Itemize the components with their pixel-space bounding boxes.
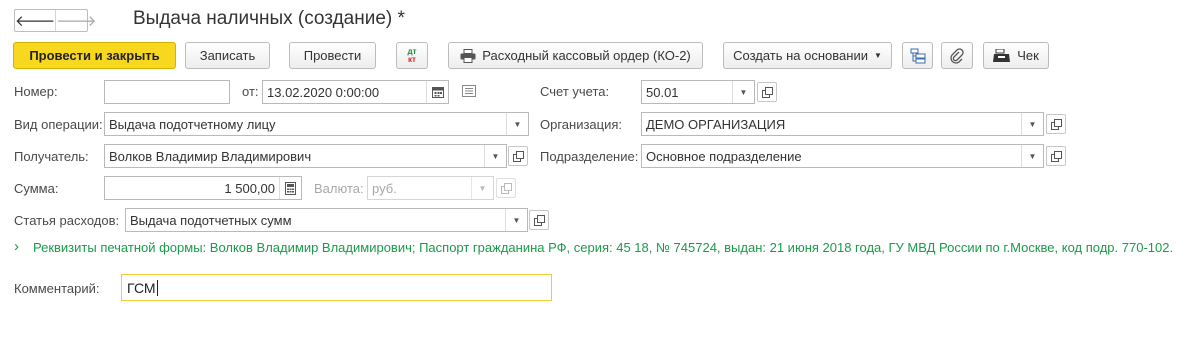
chevron-down-icon[interactable]: ▼ <box>506 113 528 135</box>
number-label: Номер: <box>14 84 58 99</box>
amount-label: Сумма: <box>14 181 59 196</box>
chevron-down-icon: ▼ <box>471 177 493 199</box>
receipt-label: Чек <box>1017 48 1039 63</box>
recipient-select[interactable]: Волков Владимир Владимирович ▼ <box>104 144 507 168</box>
operation-select[interactable]: Выдача подотчетному лицу ▼ <box>104 112 529 136</box>
date-input[interactable]: 13.02.2020 0:00:00 <box>262 80 449 104</box>
arrow-right-icon: 🡒 <box>56 13 97 30</box>
paperclip-icon <box>950 47 964 64</box>
chevron-down-icon[interactable]: ▼ <box>1021 113 1043 135</box>
recipient-open-button[interactable] <box>508 146 528 166</box>
list-icon <box>462 85 476 97</box>
comment-input[interactable]: ГСМ <box>121 274 552 301</box>
back-button[interactable]: 🡐 <box>15 10 55 31</box>
account-select[interactable]: 50.01 ▼ <box>641 80 755 104</box>
open-form-icon <box>500 182 512 194</box>
post-and-close-button[interactable]: Провести и закрыть <box>13 42 176 69</box>
chevron-down-icon[interactable]: ▼ <box>732 81 754 103</box>
text-cursor <box>156 279 158 296</box>
create-based-on-button[interactable]: Создать на основании ▼ <box>723 42 892 69</box>
department-label: Подразделение: <box>540 149 639 164</box>
currency-label: Валюта: <box>314 181 364 196</box>
comment-label: Комментарий: <box>14 281 100 296</box>
navigation-buttons: 🡐 🡒 <box>14 9 96 32</box>
receipt-button[interactable]: Чек <box>983 42 1049 69</box>
department-open-button[interactable] <box>1046 146 1066 166</box>
create-based-on-label: Создать на основании <box>733 48 868 63</box>
print-details-link[interactable]: Реквизиты печатной формы: Волков Владими… <box>33 240 1173 255</box>
calendar-icon <box>431 87 444 98</box>
arrow-left-icon: 🡐 <box>15 13 56 30</box>
dt-kt-button[interactable]: дт кт <box>396 42 428 69</box>
department-select[interactable]: Основное подразделение ▼ <box>641 144 1044 168</box>
number-input[interactable] <box>104 80 230 104</box>
currency-select: руб. ▼ <box>367 176 494 200</box>
chevron-down-icon[interactable]: ▼ <box>1021 145 1043 167</box>
open-form-icon <box>761 86 773 98</box>
open-form-icon <box>1050 150 1062 162</box>
printer-icon <box>460 48 476 63</box>
attachments-button[interactable] <box>941 42 973 69</box>
history-button[interactable] <box>462 85 476 100</box>
amount-input[interactable]: 1 500,00 <box>104 176 302 200</box>
chevron-down-icon: ▼ <box>873 51 882 60</box>
cash-register-icon <box>993 48 1011 62</box>
recipient-label: Получатель: <box>14 149 89 164</box>
hierarchy-icon <box>910 48 925 63</box>
calendar-button[interactable] <box>426 81 448 103</box>
organization-open-button[interactable] <box>1046 114 1066 134</box>
open-form-icon <box>512 150 524 162</box>
expense-item-open-button[interactable] <box>529 210 549 230</box>
currency-open-button <box>496 178 516 198</box>
calculator-button[interactable] <box>279 177 301 199</box>
expense-item-label: Статья расходов: <box>14 213 120 228</box>
dt-kt-icon: дт кт <box>407 46 417 64</box>
open-form-icon <box>533 214 545 226</box>
page-title: Выдача наличных (создание) * <box>133 8 405 29</box>
save-button[interactable]: Записать <box>185 42 270 69</box>
calculator-icon <box>285 181 296 195</box>
operation-label: Вид операции: <box>14 117 103 132</box>
open-form-icon <box>1050 118 1062 130</box>
forward-button[interactable]: 🡒 <box>55 10 96 31</box>
organization-select[interactable]: ДЕМО ОРГАНИЗАЦИЯ ▼ <box>641 112 1044 136</box>
date-label: от: <box>242 84 259 99</box>
expense-item-select[interactable]: Выдача подотчетных сумм ▼ <box>125 208 528 232</box>
chevron-down-icon[interactable]: ▼ <box>484 145 506 167</box>
structure-button[interactable] <box>902 42 933 69</box>
chevron-down-icon[interactable]: ▼ <box>505 209 527 231</box>
post-button[interactable]: Провести <box>289 42 376 69</box>
account-open-button[interactable] <box>757 82 777 102</box>
chevron-right-icon[interactable]: › <box>14 238 19 255</box>
print-cash-order-label: Расходный кассовый ордер (КО-2) <box>482 48 691 63</box>
account-label: Счет учета: <box>540 84 610 99</box>
print-cash-order-button[interactable]: Расходный кассовый ордер (КО-2) <box>448 42 703 69</box>
organization-label: Организация: <box>540 117 623 132</box>
